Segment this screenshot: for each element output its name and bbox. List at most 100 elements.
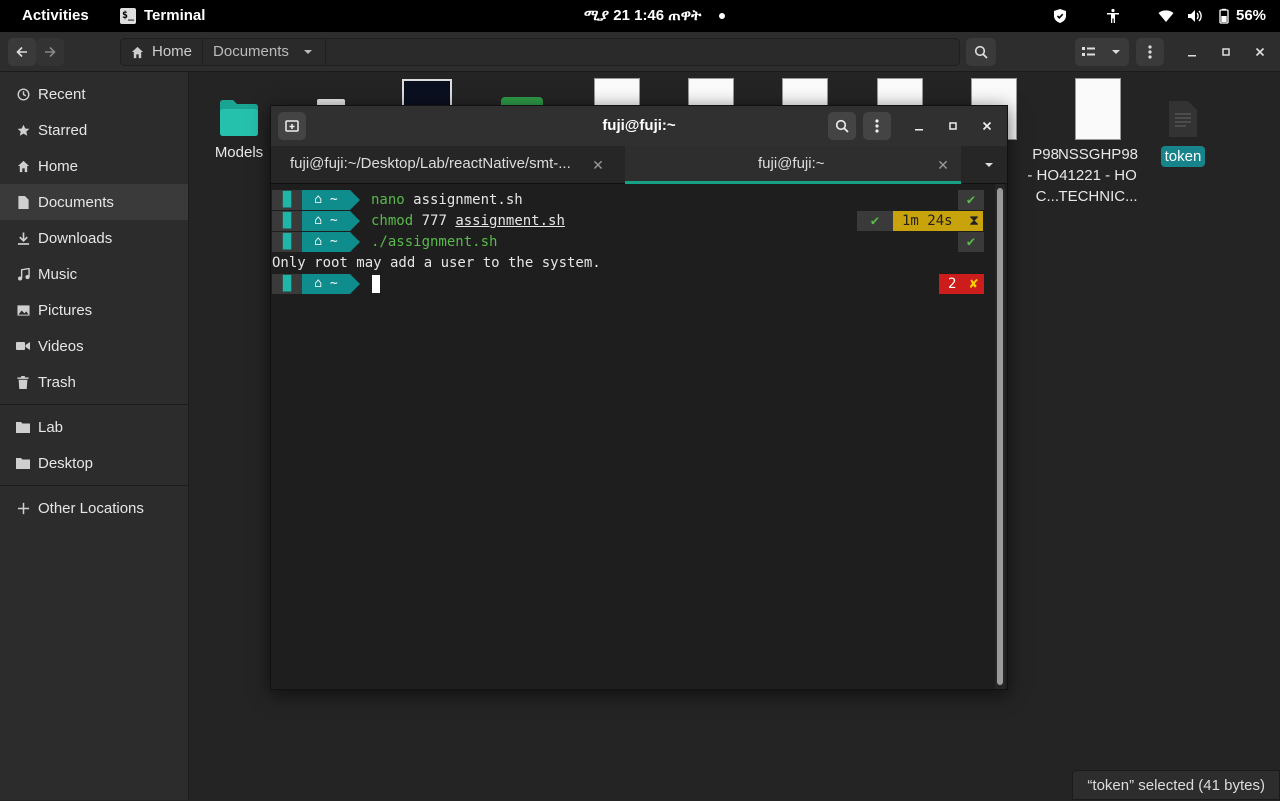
sidebar-item-label: Videos [38, 337, 84, 355]
view-options-button[interactable] [1103, 38, 1129, 66]
terminal-headerbar: fuji@fuji:~ [271, 106, 1007, 146]
arrow-left-icon [16, 46, 27, 58]
view-toggle-button[interactable] [1075, 38, 1103, 66]
terminal-maximize-button[interactable] [943, 116, 963, 136]
volume-icon[interactable] [1187, 8, 1203, 24]
tab-list-button[interactable] [971, 146, 1007, 184]
sidebar-item-documents[interactable]: Documents [0, 184, 188, 220]
terminal-minimize-button[interactable] [909, 116, 929, 136]
folder-icon [16, 456, 30, 470]
sidebar-item-desktop[interactable]: Desktop [0, 445, 188, 481]
sidebar-item-recent[interactable]: Recent [0, 76, 188, 112]
tab-close-icon[interactable]: ✕ [934, 146, 952, 184]
new-tab-button[interactable] [278, 112, 306, 140]
app-menu[interactable]: $_ Terminal [120, 0, 205, 32]
terminal-app-icon: $_ [120, 8, 136, 24]
terminal-search-button[interactable] [828, 112, 856, 140]
command-name: nano [371, 192, 405, 208]
terminal-tab-bar: fuji@fuji:~/Desktop/Lab/reactNative/smt-… [271, 146, 1007, 184]
home-icon: ⌂ [314, 192, 323, 207]
status-floating-bar: “token” selected (41 bytes) [1072, 770, 1280, 800]
maximize-button[interactable] [1216, 42, 1236, 62]
breadcrumb-documents-label: Documents [213, 43, 289, 60]
sidebar-item-pictures[interactable]: Pictures [0, 292, 188, 328]
duration-text: 1m 24s [902, 213, 953, 229]
search-button[interactable] [966, 38, 996, 66]
chevron-down-icon [1112, 50, 1120, 54]
sidebar-item-label: Trash [38, 373, 76, 391]
notification-dot-icon [719, 13, 725, 19]
sidebar-item-label: Lab [38, 418, 64, 436]
file-label-line: NSSGHP98 [1057, 146, 1139, 163]
terminal-window: fuji@fuji:~ fuji@fuji:~/Desktop/Lab/reac… [270, 105, 1008, 690]
document-icon [16, 195, 30, 209]
terminal-output[interactable]: ▐▌ ⌂ ~ nano assignment.sh ✔ ▐▌ ⌂ ~ chmod… [271, 184, 995, 690]
home-icon: ⌂ [314, 276, 323, 291]
accessibility-icon[interactable] [1105, 8, 1121, 24]
battery-icon[interactable] [1216, 8, 1232, 24]
sidebar-item-label: Music [38, 265, 78, 283]
sidebar-item-lab[interactable]: Lab [0, 409, 188, 445]
chevron-down-icon [303, 50, 312, 54]
file-label-line: TECHNIC... [1058, 188, 1138, 205]
tab-fuji-home[interactable]: fuji@fuji:~ [758, 146, 825, 184]
sidebar-item-other-locations[interactable]: Other Locations [0, 490, 188, 526]
manjaro-logo-icon: ▐▌ [272, 190, 302, 210]
search-icon [974, 45, 988, 59]
prompt-dir: ⌂ ~ [302, 190, 350, 210]
prompt-dir-label: ~ [329, 213, 338, 228]
terminal-close-button[interactable] [977, 116, 997, 136]
sidebar-item-label: Home [38, 157, 79, 175]
file-label: token [1160, 146, 1206, 167]
prompt-dir-label: ~ [329, 192, 338, 207]
home-icon: ⌂ [314, 213, 323, 228]
sidebar-item-trash[interactable]: Trash [0, 364, 188, 400]
sidebar-item-home[interactable]: Home [0, 148, 188, 184]
close-button[interactable] [1250, 42, 1270, 62]
file-item-nssghp[interactable]: NSSGHP98 41221 - HO TECHNIC... [1048, 78, 1148, 207]
terminal-scrollbar[interactable] [995, 184, 1005, 689]
minimize-icon [915, 129, 923, 131]
prompt-line: ▐▌ ⌂ ~ chmod 777 assignment.sh ✔ 1m 24s ⧗ [272, 211, 984, 231]
battery-percent[interactable]: 56% [1236, 0, 1266, 32]
shield-icon[interactable] [1052, 8, 1068, 24]
scrollbar-thumb[interactable] [997, 188, 1003, 685]
terminal-menu-button[interactable] [863, 112, 891, 140]
file-item-models[interactable]: Models [199, 98, 279, 163]
command-args: 777 [413, 213, 456, 229]
menu-button[interactable] [1136, 38, 1164, 66]
prompt-arrow [350, 211, 360, 231]
text-file-icon [1169, 101, 1197, 137]
prompt-dir: ⌂ ~ [302, 211, 350, 231]
file-item-token[interactable]: token [1143, 100, 1223, 167]
sidebar-item-videos[interactable]: Videos [0, 328, 188, 364]
folder-icon [16, 420, 30, 434]
breadcrumb-home[interactable]: Home [121, 39, 204, 65]
forward-button[interactable] [36, 38, 64, 66]
prompt-arrow [350, 232, 360, 252]
file-manager-headerbar: Home Documents [0, 32, 1280, 72]
breadcrumb-documents[interactable]: Documents [203, 39, 326, 65]
sidebar-item-starred[interactable]: Starred [0, 112, 188, 148]
sidebar-item-label: Pictures [38, 301, 93, 319]
folder-icon [220, 100, 258, 136]
tab-close-icon[interactable]: ✕ [589, 146, 607, 184]
prompt-line: ▐▌ ⌂ ~ ./assignment.sh ✔ [272, 232, 984, 252]
command-path: assignment.sh [455, 213, 565, 229]
breadcrumb-home-label: Home [152, 43, 193, 60]
activities-button[interactable]: Activities [22, 0, 89, 32]
status-check-icon: ✔ [857, 211, 893, 231]
picture-icon [16, 303, 30, 317]
back-button[interactable] [8, 38, 36, 66]
minimize-button[interactable] [1182, 42, 1202, 62]
sidebar-item-downloads[interactable]: Downloads [0, 220, 188, 256]
sidebar-item-music[interactable]: Music [0, 256, 188, 292]
video-icon [16, 339, 30, 353]
command-name: chmod [371, 213, 414, 229]
clock[interactable]: ሚያ 21 1:46 ጠዋት [584, 0, 701, 32]
wifi-icon[interactable] [1158, 8, 1174, 24]
home-icon [131, 46, 144, 58]
file-label-line: 41221 - HO [1059, 167, 1137, 184]
hourglass-icon: ⧗ [969, 213, 979, 229]
tab-lab-react-native[interactable]: fuji@fuji:~/Desktop/Lab/reactNative/smt-… [290, 146, 571, 184]
